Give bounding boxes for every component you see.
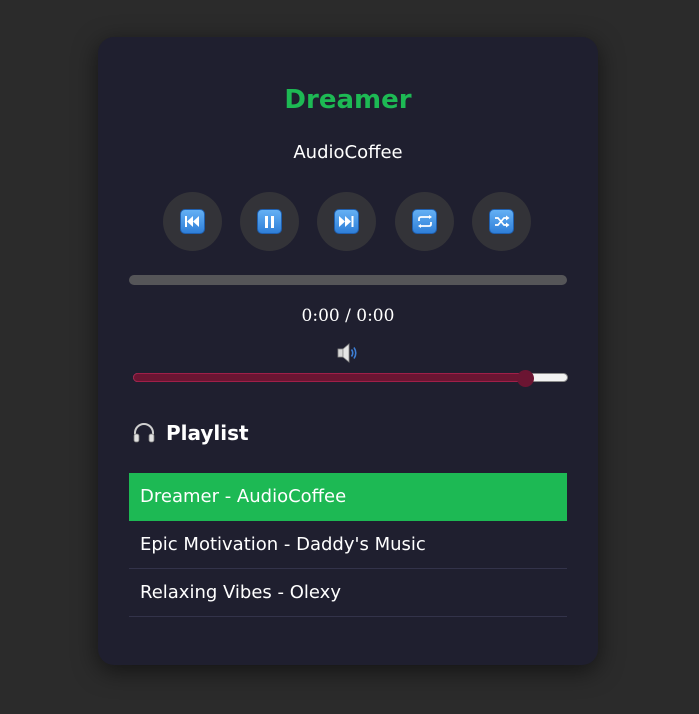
- headphones-icon: [132, 421, 156, 445]
- playlist-item[interactable]: Relaxing Vibes - Olexy: [129, 569, 567, 617]
- track-artist: AudioCoffee: [293, 142, 403, 163]
- music-player-card: Dreamer AudioCoffee 0:00 / 0:00 Playlist…: [98, 37, 598, 665]
- playlist-heading: Playlist: [166, 421, 249, 445]
- pause-icon: [257, 209, 282, 234]
- playback-controls: [163, 192, 533, 252]
- progress-bar[interactable]: [129, 275, 567, 285]
- next-track-icon: [334, 209, 359, 234]
- previous-track-icon: [180, 209, 205, 234]
- pause-button[interactable]: [240, 192, 299, 251]
- repeat-button[interactable]: [395, 192, 454, 251]
- time-display: 0:00 / 0:00: [301, 306, 395, 326]
- previous-button[interactable]: [163, 192, 222, 251]
- track-title: Dreamer: [284, 85, 412, 115]
- repeat-icon: [412, 209, 437, 234]
- playlist-item[interactable]: Dreamer - AudioCoffee: [129, 473, 567, 521]
- shuffle-icon: [489, 209, 514, 234]
- next-button[interactable]: [317, 192, 376, 251]
- playlist-item[interactable]: Epic Motivation - Daddy's Music: [129, 521, 567, 569]
- volume-thumb[interactable]: [516, 370, 534, 387]
- playlist: Dreamer - AudioCoffee Epic Motivation - D…: [129, 473, 567, 617]
- speaker-icon: [336, 343, 360, 363]
- shuffle-button[interactable]: [472, 192, 531, 251]
- volume-slider[interactable]: [133, 370, 568, 387]
- volume-fill: [133, 373, 525, 382]
- playlist-header: Playlist: [132, 421, 249, 445]
